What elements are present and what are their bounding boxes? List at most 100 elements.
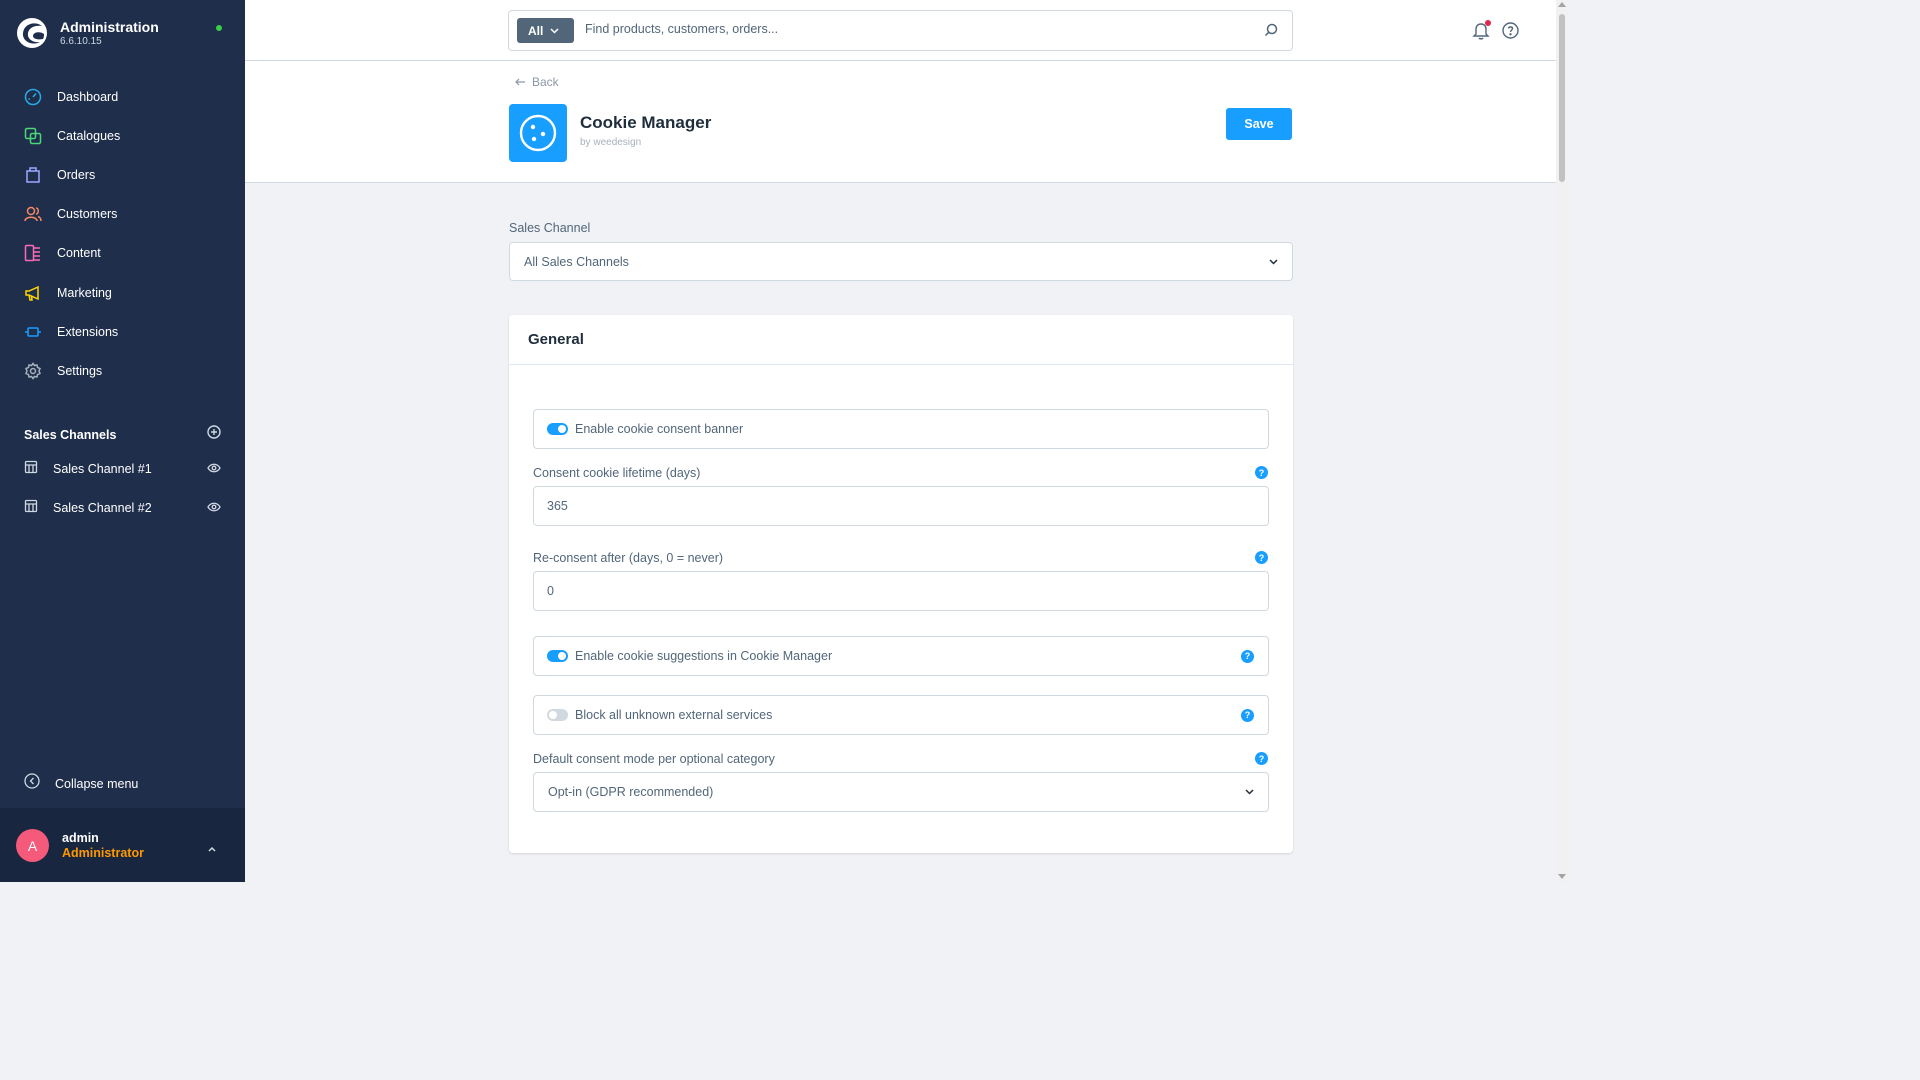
sales-channel-item[interactable]: Sales Channel #2 bbox=[24, 498, 221, 518]
nav-label: Customers bbox=[57, 207, 118, 222]
customers-icon bbox=[24, 205, 42, 223]
page-header: Back Cookie Manager by weedesign Save bbox=[245, 61, 1556, 183]
lifetime-input[interactable] bbox=[533, 486, 1269, 526]
nav-label: Dashboard bbox=[57, 89, 119, 104]
eye-icon[interactable] bbox=[207, 499, 221, 517]
extension-title: Cookie Manager bbox=[580, 113, 712, 132]
catalogues-icon bbox=[24, 127, 42, 145]
marketing-icon bbox=[24, 284, 42, 302]
status-dot bbox=[216, 25, 222, 31]
shopware-logo-icon bbox=[17, 18, 47, 48]
sales-channel-label: Sales Channel bbox=[509, 221, 591, 235]
dashboard-icon bbox=[24, 88, 42, 106]
back-link[interactable]: Back bbox=[515, 75, 559, 89]
eye-icon[interactable] bbox=[207, 460, 221, 478]
brand[interactable]: Administration 6.6.10.15 bbox=[16, 17, 159, 49]
search-type-label: All bbox=[528, 23, 544, 38]
nav-label: Catalogues bbox=[57, 128, 121, 143]
sales-channel-label: Sales Channel #1 bbox=[53, 462, 152, 476]
collapse-menu-button[interactable]: Collapse menu bbox=[24, 773, 138, 794]
consent-mode-label: Default consent mode per optional catego… bbox=[533, 752, 775, 766]
help-icon[interactable] bbox=[1502, 22, 1519, 44]
nav-item-dashboard[interactable]: Dashboard bbox=[0, 77, 245, 116]
lifetime-label: Consent cookie lifetime (days) bbox=[533, 466, 701, 480]
scroll-down-arrow[interactable] bbox=[1558, 874, 1566, 879]
suggestions-switch[interactable]: Enable cookie suggestions in Cookie Mana… bbox=[533, 636, 1269, 676]
app-title: Administration bbox=[60, 18, 159, 35]
topbar: All bbox=[245, 0, 1556, 61]
consent-mode-value: Opt-in (GDPR recommended) bbox=[548, 785, 714, 799]
nav-item-orders[interactable]: Orders bbox=[0, 155, 245, 194]
nav-item-marketing[interactable]: Marketing bbox=[0, 273, 245, 312]
extension-author: by weedesign bbox=[580, 137, 641, 148]
scrollbar-thumb[interactable] bbox=[1559, 14, 1565, 182]
card-title: General bbox=[509, 315, 1293, 365]
sales-channel-select[interactable]: All Sales Channels bbox=[509, 242, 1293, 281]
help-circle-icon[interactable]: ? bbox=[1241, 649, 1254, 663]
avatar: A bbox=[16, 829, 49, 862]
cookie-manager-logo-icon bbox=[509, 104, 567, 162]
switch-label: Enable cookie consent banner bbox=[575, 422, 744, 436]
search-icon[interactable] bbox=[1264, 23, 1278, 42]
global-search[interactable]: All bbox=[508, 10, 1293, 51]
nav-item-content[interactable]: Content bbox=[0, 234, 245, 273]
nav-label: Extensions bbox=[57, 324, 119, 339]
chevron-down-icon bbox=[550, 27, 559, 34]
sales-channel-label: Sales Channel #2 bbox=[53, 501, 152, 515]
user-role: Administrator bbox=[62, 846, 144, 860]
page-scrollbar[interactable] bbox=[1556, 0, 1568, 882]
add-sales-channel-icon[interactable] bbox=[207, 425, 221, 444]
storefront-icon bbox=[24, 499, 38, 518]
nav-label: Settings bbox=[57, 363, 103, 378]
search-input[interactable] bbox=[585, 22, 1245, 36]
nav-item-settings[interactable]: Settings bbox=[0, 351, 245, 390]
author-prefix: by bbox=[580, 137, 591, 148]
content-icon bbox=[24, 244, 42, 262]
nav-item-customers[interactable]: Customers bbox=[0, 195, 245, 234]
toggle-switch[interactable] bbox=[547, 709, 568, 721]
arrow-left-icon bbox=[515, 78, 525, 86]
enable-banner-switch[interactable]: Enable cookie consent banner bbox=[533, 409, 1269, 449]
toggle-switch[interactable] bbox=[547, 423, 568, 435]
nav-label: Marketing bbox=[57, 285, 112, 300]
reconsent-input[interactable] bbox=[533, 571, 1269, 611]
sales-channels-title: Sales Channels bbox=[24, 427, 117, 442]
chevron-down-icon bbox=[1269, 258, 1278, 265]
general-card: General Enable cookie consent banner Con… bbox=[509, 315, 1293, 853]
toggle-switch[interactable] bbox=[547, 650, 568, 662]
chevron-up-icon bbox=[207, 840, 217, 858]
sidebar: Administration 6.6.10.15 Dashboard Catal… bbox=[0, 0, 245, 882]
save-button[interactable]: Save bbox=[1226, 108, 1292, 140]
sales-channel-item[interactable]: Sales Channel #1 bbox=[24, 459, 221, 479]
nav-label: Content bbox=[57, 246, 101, 261]
help-circle-icon[interactable]: ? bbox=[1255, 466, 1268, 479]
reconsent-label: Re-consent after (days, 0 = never) bbox=[533, 551, 724, 565]
switch-label: Block all unknown external services bbox=[575, 708, 773, 722]
sales-channel-value: All Sales Channels bbox=[524, 254, 629, 269]
help-circle-icon[interactable]: ? bbox=[1255, 551, 1268, 564]
user-menu[interactable]: A admin Administrator bbox=[0, 808, 245, 882]
switch-label: Enable cookie suggestions in Cookie Mana… bbox=[575, 649, 833, 663]
search-type-select[interactable]: All bbox=[517, 18, 574, 43]
nav-item-catalogues[interactable]: Catalogues bbox=[0, 116, 245, 155]
scroll-up-arrow[interactable] bbox=[1558, 2, 1566, 7]
notification-badge bbox=[1485, 20, 1491, 26]
author-name: weedesign bbox=[593, 137, 642, 148]
extensions-icon bbox=[24, 323, 42, 341]
chevron-down-icon bbox=[1245, 789, 1254, 795]
app-version: 6.6.10.15 bbox=[60, 35, 102, 47]
settings-icon bbox=[24, 362, 42, 380]
collapse-label: Collapse menu bbox=[55, 776, 139, 791]
collapse-icon bbox=[24, 773, 40, 794]
user-name: admin bbox=[62, 831, 99, 845]
help-circle-icon[interactable]: ? bbox=[1241, 708, 1254, 722]
back-label: Back bbox=[532, 75, 559, 89]
storefront-icon bbox=[24, 460, 38, 479]
main-nav: Dashboard Catalogues Orders Customers Co… bbox=[0, 77, 245, 391]
help-circle-icon[interactable]: ? bbox=[1255, 752, 1268, 765]
block-unknown-switch[interactable]: Block all unknown external services ? bbox=[533, 695, 1269, 735]
consent-mode-select[interactable]: Opt-in (GDPR recommended) bbox=[533, 772, 1269, 812]
nav-item-extensions[interactable]: Extensions bbox=[0, 312, 245, 351]
sales-channels-header: Sales Channels bbox=[24, 425, 221, 444]
nav-label: Orders bbox=[57, 167, 96, 182]
